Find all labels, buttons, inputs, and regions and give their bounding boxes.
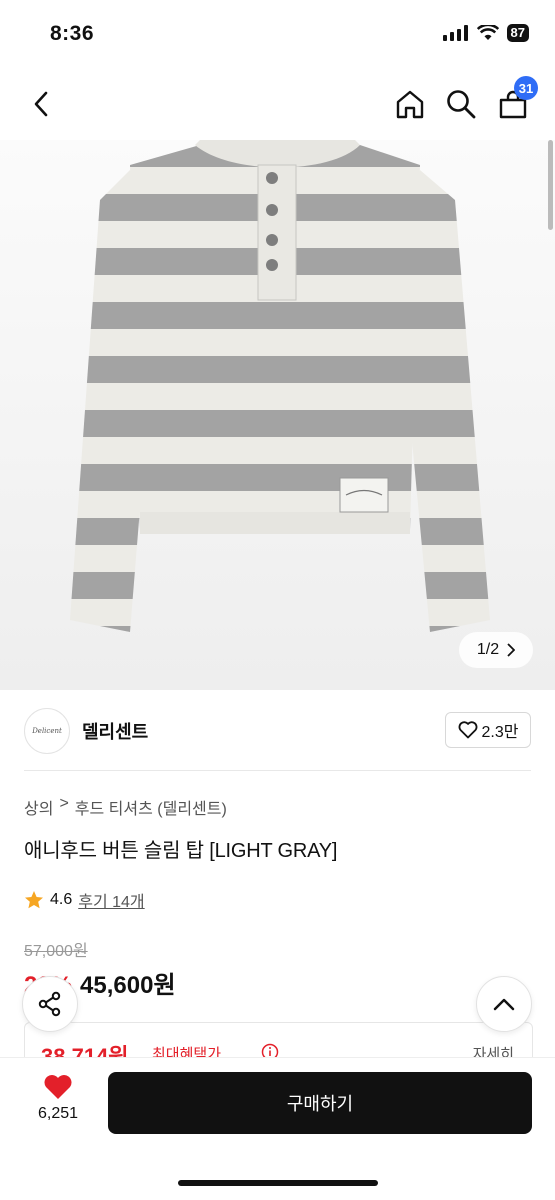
sale-price: 45,600원	[80, 972, 176, 999]
rating-row: 4.6 후기 14개	[24, 888, 145, 912]
home-button[interactable]	[392, 86, 428, 122]
chevron-left-icon	[34, 91, 48, 117]
search-icon	[447, 90, 476, 119]
back-button[interactable]	[24, 84, 58, 124]
heart-outline-icon	[458, 721, 477, 739]
share-icon	[38, 991, 61, 1017]
shop-like-button[interactable]: 2.3만	[445, 712, 531, 748]
breadcrumb-separator: >	[59, 795, 69, 812]
top-nav: 31	[0, 70, 555, 140]
cart-button[interactable]: 31	[496, 76, 538, 122]
striped-hoodie-illustration	[70, 140, 490, 632]
battery-icon: 87	[506, 24, 529, 42]
wifi-icon	[476, 25, 499, 40]
shop-like-count: 2.3만	[481, 724, 519, 741]
chevron-right-icon	[507, 643, 516, 657]
review-link[interactable]: 후기 14개	[78, 888, 144, 912]
status-icons: 87	[442, 24, 529, 42]
gallery-pager[interactable]: 1/2	[459, 632, 533, 668]
chevron-up-icon	[493, 998, 515, 1011]
home-icon	[396, 90, 424, 119]
breadcrumb: 상의 > 후드 티셔츠 (델리센트)	[24, 795, 227, 819]
wish-count: 6,251	[37, 1105, 79, 1122]
heart-filled-icon	[44, 1075, 72, 1099]
breadcrumb-subcategory[interactable]: 후드 티셔츠 (델리센트)	[75, 795, 227, 819]
shop-name[interactable]: 델리센트	[82, 718, 148, 744]
buy-button[interactable]: 구매하기	[108, 1072, 532, 1134]
shop-logo-text: Delicent	[32, 727, 62, 735]
star-icon	[25, 891, 43, 909]
search-button[interactable]	[443, 86, 479, 122]
breadcrumb-category[interactable]: 상의	[24, 795, 53, 819]
bottom-action-bar: 6,251 구매하기	[0, 1058, 555, 1200]
pager-total: 2	[490, 641, 500, 658]
original-price: 57,000원	[24, 943, 88, 960]
home-indicator	[178, 1180, 378, 1186]
scroll-top-button[interactable]	[476, 976, 532, 1032]
cart-count-badge: 31	[514, 76, 538, 100]
divider	[24, 770, 531, 771]
shop-logo[interactable]: Delicent	[24, 708, 70, 754]
product-title: 애니후드 버튼 슬림 탑 [LIGHT GRAY]	[24, 840, 338, 862]
wish-button[interactable]: 6,251	[30, 1074, 86, 1123]
scroll-indicator	[548, 140, 553, 230]
pager-current: 1	[476, 641, 486, 658]
share-button[interactable]	[22, 976, 78, 1032]
rating-value: 4.6	[50, 891, 73, 908]
signal-icon	[442, 25, 468, 41]
product-image[interactable]	[0, 140, 555, 690]
status-time: 8:36	[50, 22, 95, 45]
